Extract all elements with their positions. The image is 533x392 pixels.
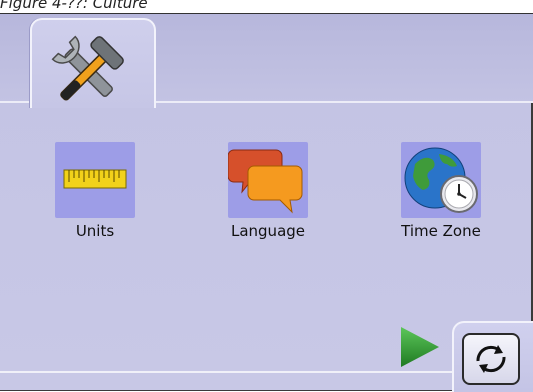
units-tile[interactable] [55,142,135,218]
units-item[interactable]: Units [30,142,160,252]
figure-caption: Figure 4-??: Culture [0,0,533,13]
globe-clock-icon [404,147,478,213]
ruler-icon [63,169,127,189]
units-label: Units [75,222,115,240]
refresh-icon [476,345,506,373]
language-item[interactable]: Language [203,142,333,252]
language-tile[interactable] [227,142,308,218]
time-zone-tile[interactable] [401,142,481,218]
figure-caption-text: Figure 4-??: Culture [0,0,148,12]
time-zone-item[interactable]: Time Zone [376,142,506,252]
time-zone-label: Time Zone [401,222,481,240]
language-label: Language [230,222,306,240]
bottom-divider [0,371,452,373]
refresh-button[interactable] [462,333,520,385]
speech-bubbles-icon [227,149,303,214]
next-arrow-icon[interactable] [399,325,441,369]
